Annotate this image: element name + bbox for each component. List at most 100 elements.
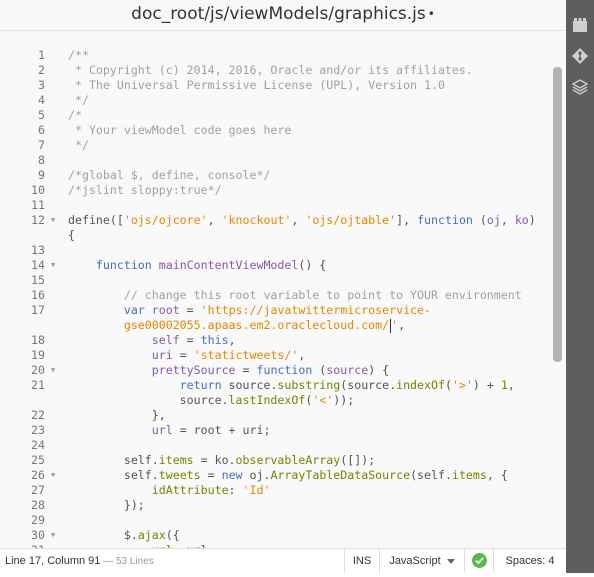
code-line[interactable]: 8: [0, 153, 560, 168]
code-text: gse00002055.apaas.em2.oraclecloud.com/',: [68, 318, 405, 333]
code-token: (self.: [410, 468, 452, 482]
code-line[interactable]: 11: [0, 198, 560, 213]
title-bar: doc_root/js/viewModels/graphics.js •: [0, 0, 566, 31]
language-select[interactable]: JavaScript: [379, 549, 464, 573]
cursor-position-label: Line 17, Column 91: [5, 555, 101, 567]
code-text: source.lastIndexOf('<'));: [68, 393, 355, 408]
line-number: 24: [31, 438, 45, 452]
insert-mode-toggle[interactable]: INS: [344, 549, 379, 573]
code-token: root: [151, 303, 180, 317]
code-line[interactable]: 17 var root = 'https://javatwittermicros…: [0, 303, 560, 318]
lint-status-button[interactable]: [464, 549, 493, 573]
indent-setting[interactable]: Spaces: 4: [493, 549, 566, 573]
code-line[interactable]: 25 self.items = ko.observableArray([]);: [0, 453, 560, 468]
code-line[interactable]: source.lastIndexOf('<'));: [0, 393, 560, 408]
language-label: JavaScript: [389, 555, 441, 567]
code-line[interactable]: {: [0, 228, 560, 243]
code-line[interactable]: 26 ▼ self.tweets = new oj.ArrayTableDataS…: [0, 468, 560, 483]
code-text: });: [68, 498, 145, 513]
code-token: function: [417, 213, 473, 227]
code-text: * The Universal Permissive License (UPL)…: [68, 78, 445, 93]
code-line[interactable]: 3 * The Universal Permissive License (UP…: [0, 78, 560, 93]
code-line[interactable]: 24: [0, 438, 560, 453]
code-token: 'ojs/ojcore': [123, 213, 208, 227]
code-line[interactable]: 2 * Copyright (c) 2014, 2016, Oracle and…: [0, 63, 560, 78]
code-token: var: [123, 303, 145, 317]
code-line[interactable]: 15: [0, 273, 560, 288]
code-token: ,: [228, 333, 236, 347]
code-line[interactable]: 10 /*jslint sloppy:true*/: [0, 183, 560, 198]
code-editor[interactable]: 1/** 2 * Copyright (c) 2014, 2016, Oracle…: [0, 31, 566, 548]
code-token: =: [179, 303, 201, 317]
code-line[interactable]: 6 * Your viewModel code goes here: [0, 123, 560, 138]
code-token: substring: [277, 378, 341, 392]
code-line[interactable]: 16 // change this root variable to point…: [0, 288, 560, 303]
code-token: 'https://javatwittermicroservice-: [200, 303, 431, 317]
code-line[interactable]: 18 self = this,: [0, 333, 560, 348]
code-line[interactable]: 28 });: [0, 498, 560, 513]
code-token: gse00002055.apaas.em2.oraclecloud.com/: [123, 318, 390, 332]
code-token: =: [200, 468, 222, 482]
code-text: /**: [68, 48, 89, 63]
code-text: /*: [68, 108, 82, 123]
document-filename: doc_root/js/viewModels/graphics.js: [131, 4, 426, 24]
code-token: ): [528, 213, 536, 227]
code-line[interactable]: 21 return source.substring(source.indexO…: [0, 378, 560, 393]
line-number: 20: [31, 363, 45, 377]
code-text: self.items = ko.observableArray([]);: [68, 453, 375, 468]
code-token: ArrayTableDataSource: [270, 468, 411, 482]
code-line[interactable]: 4 */: [0, 93, 560, 108]
fold-arrow-icon[interactable]: ▼: [51, 468, 55, 483]
code-line[interactable]: 9 /*global $, define, console*/: [0, 168, 560, 183]
code-line[interactable]: 22 },: [0, 408, 560, 423]
code-line[interactable]: 20 ▼ prettySource = function (source) {: [0, 363, 560, 378]
code-token: */: [68, 138, 89, 152]
fold-arrow-icon[interactable]: ▼: [51, 363, 55, 378]
extension-manager-icon[interactable]: [571, 16, 589, 34]
code-token: function: [256, 363, 313, 377]
code-token: $.: [68, 528, 138, 542]
code-text: * Your viewModel code goes here: [68, 123, 291, 138]
status-bar: Line 17, Column 91 — 53 Lines INS JavaSc…: [0, 548, 566, 573]
layers-icon[interactable]: [571, 78, 589, 96]
code-line[interactable]: 23 url = root + uri;: [0, 423, 560, 438]
code-line[interactable]: 19 uri = 'statictweets/',: [0, 348, 560, 363]
code-line[interactable]: 12 ▼ define(['ojs/ojcore', 'knockout', 'oj…: [0, 213, 560, 228]
code-line[interactable]: 7 */: [0, 138, 560, 153]
cursor-position[interactable]: Line 17, Column 91 — 53 Lines: [5, 555, 154, 567]
code-line[interactable]: gse00002055.apaas.em2.oraclecloud.com/',: [0, 318, 560, 333]
fold-arrow-icon[interactable]: ▼: [51, 258, 55, 273]
fold-arrow-icon[interactable]: ▼: [51, 213, 55, 228]
code-text: self = this,: [68, 333, 236, 348]
code-line[interactable]: 29: [0, 513, 560, 528]
code-line[interactable]: 14 ▼ function mainContentViewModel() {: [0, 258, 560, 273]
code-line[interactable]: 13: [0, 243, 560, 258]
code-token: (: [472, 213, 487, 227]
code-token: (source.: [340, 378, 397, 392]
code-line[interactable]: 1 /**: [0, 48, 560, 63]
code-line[interactable]: 27 idAttribute: 'Id': [0, 483, 560, 498]
code-token: (: [312, 363, 327, 377]
git-icon[interactable]: [571, 47, 589, 65]
code-token: ) {: [368, 363, 390, 377]
line-number: 18: [31, 333, 45, 347]
code-token: self: [151, 333, 180, 347]
code-line[interactable]: 30 ▼ $.ajax({: [0, 528, 560, 543]
code-token: self.: [68, 468, 159, 482]
vertical-scrollbar[interactable]: [553, 67, 562, 362]
code-token: '>': [451, 378, 473, 392]
code-token: * Your viewModel code goes here: [68, 123, 292, 137]
code-token: ,: [398, 318, 406, 332]
code-token: ,: [500, 213, 515, 227]
code-token: ([]);: [340, 453, 376, 467]
fold-arrow-icon[interactable]: ▼: [51, 528, 55, 543]
code-text: /*global $, define, console*/: [68, 168, 270, 183]
code-text: self.tweets = new oj.ArrayTableDataSourc…: [68, 468, 508, 483]
code-token: lastIndexOf: [228, 393, 306, 407]
document-title: doc_root/js/viewModels/graphics.js •: [0, 4, 566, 24]
code-line[interactable]: 5 /*: [0, 108, 560, 123]
